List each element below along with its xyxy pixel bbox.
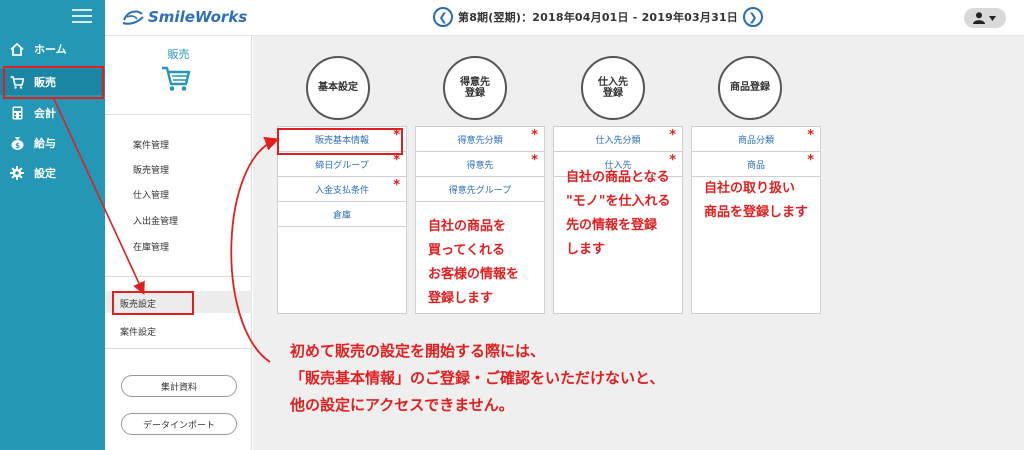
top-header: SmileWorks ❮ 第8期(翌期)：2018年04月01日 - 2019年… (105, 0, 1024, 36)
required-mark: * (531, 153, 538, 168)
nav-item-home[interactable]: ホーム (0, 36, 105, 62)
money-bag-icon: $ (8, 136, 26, 150)
nav-item-label: 会計 (34, 107, 56, 120)
annotation-line: 「販売基本情報」のご登録・ご確認をいただけないと、 (290, 369, 665, 387)
menu-item-supplier-category[interactable]: 仕入先分類 * (554, 127, 682, 152)
nav-item-accounting[interactable]: 会計 (0, 100, 105, 126)
subnav-link-payments[interactable]: 入出金管理 (133, 214, 178, 227)
nav-item-label: 給与 (34, 137, 56, 150)
nav-item-label: ホーム (34, 43, 67, 56)
required-mark: * (669, 128, 676, 143)
annotation-line: 初めて販売の設定を開始する際には、 (290, 342, 546, 360)
gear-icon (8, 166, 26, 180)
period-label: 第8期(翌期)：2018年04月01日 - 2019年03月31日 (458, 11, 738, 24)
nav-item-settings[interactable]: 設定 (0, 160, 105, 186)
summary-docs-button[interactable]: 集計資料 (121, 375, 237, 397)
circle-label: 仕入先 登録 (598, 76, 628, 100)
column-description: 自社の取り扱い 商品を登録します (704, 181, 809, 220)
column-description: 自社の商品を 買ってくれる お客様の情報を 登録します (428, 219, 520, 306)
menu-item-product[interactable]: 商品 * (692, 152, 820, 177)
highlight-sales-basic-info (277, 128, 403, 155)
app-logo[interactable]: SmileWorks (122, 8, 247, 26)
user-menu-button[interactable] (964, 8, 1006, 28)
svg-text:$: $ (15, 142, 20, 150)
divider (105, 276, 252, 277)
required-mark: * (393, 153, 400, 168)
home-icon (8, 42, 26, 56)
menu-item-label: 入金支払条件 (314, 185, 369, 196)
divider (105, 348, 252, 349)
column-customer: 得意先分類 * 得意先 * 得意先グループ 自社の商品を 買ってくれる お客様の情報… (415, 126, 545, 314)
menu-item-label: 倉庫 (332, 210, 351, 221)
calculator-icon (8, 106, 26, 120)
nav-item-payroll[interactable]: $ 給与 (0, 130, 105, 156)
subnav-link-inventory[interactable]: 在庫管理 (133, 240, 169, 253)
logo-text: SmileWorks (148, 8, 248, 26)
highlight-nav-sales (3, 66, 104, 99)
highlight-sales-settings (112, 291, 194, 315)
circle-product-registration: 商品登録 (718, 56, 782, 120)
menu-item-label: 仕入先分類 (595, 135, 641, 146)
menu-item-warehouse[interactable]: 倉庫 (278, 202, 406, 227)
circle-label: 得意先 登録 (460, 76, 490, 100)
sub-sidebar: 販売 案件管理 販売管理 仕入管理 入出金管理 在庫管理 販売設定 案件設定 集… (105, 36, 252, 450)
menu-item-product-category[interactable]: 商品分類 * (692, 127, 820, 152)
nav-item-label: 設定 (34, 167, 56, 180)
required-mark: * (807, 153, 814, 168)
chevron-left-icon: ❮ (438, 10, 448, 24)
smileworks-logo-icon (122, 10, 144, 25)
circle-customer-registration: 得意先 登録 (443, 56, 507, 120)
divider (105, 114, 252, 115)
circle-label: 商品登録 (730, 82, 770, 94)
menu-item-label: 得意先 (466, 160, 494, 171)
subnav-title: 販売 (167, 48, 190, 61)
annotation-text: 初めて販売の設定を開始する際には、 「販売基本情報」のご登録・ご確認をいただけな… (290, 338, 664, 419)
circle-supplier-registration: 仕入先 登録 (581, 56, 645, 120)
required-mark: * (807, 128, 814, 143)
menu-item-label: 締日グループ (315, 160, 369, 171)
required-mark: * (531, 128, 538, 143)
menu-item-label: 商品分類 (737, 135, 774, 146)
menu-item-customer-category[interactable]: 得意先分類 * (416, 127, 544, 152)
period-selector: ❮ 第8期(翌期)：2018年04月01日 - 2019年03月31日 ❯ (433, 7, 763, 27)
column-product: 商品分類 * 商品 * 自社の取り扱い 商品を登録します (691, 126, 821, 314)
prev-period-button[interactable]: ❮ (433, 7, 453, 27)
hamburger-menu-icon[interactable] (72, 9, 92, 23)
subnav-link-purchase[interactable]: 仕入管理 (133, 188, 169, 201)
menu-item-closing-group[interactable]: 締日グループ * (278, 152, 406, 177)
column-description: 自社の商品となる "モノ"を仕入れる 先の情報を登録 します (566, 170, 671, 257)
next-period-button[interactable]: ❯ (743, 7, 763, 27)
user-icon (973, 12, 996, 24)
menu-item-customer-group[interactable]: 得意先グループ (416, 177, 544, 202)
annotation-line: 他の設定にアクセスできません。 (290, 396, 514, 414)
menu-item-label: 商品 (746, 160, 765, 171)
column-supplier: 仕入先分類 * 仕入先 * 自社の商品となる "モノ"を仕入れる 先の情報を登録 し… (553, 126, 683, 314)
circle-basic-settings: 基本設定 (306, 56, 370, 120)
chevron-right-icon: ❯ (748, 10, 758, 24)
cart-icon (161, 66, 191, 96)
menu-item-label: 得意先分類 (457, 135, 503, 146)
required-mark: * (393, 178, 400, 193)
subnav-link-projects[interactable]: 案件管理 (133, 138, 169, 151)
menu-item-payment-terms[interactable]: 入金支払条件 * (278, 177, 406, 202)
circle-label: 基本設定 (318, 82, 358, 94)
subnav-link-project-settings[interactable]: 案件設定 (120, 325, 156, 338)
subnav-link-sales[interactable]: 販売管理 (133, 163, 169, 176)
menu-item-customer[interactable]: 得意先 * (416, 152, 544, 177)
data-import-button[interactable]: データインポート (121, 413, 237, 435)
menu-item-label: 得意先グループ (448, 185, 512, 196)
